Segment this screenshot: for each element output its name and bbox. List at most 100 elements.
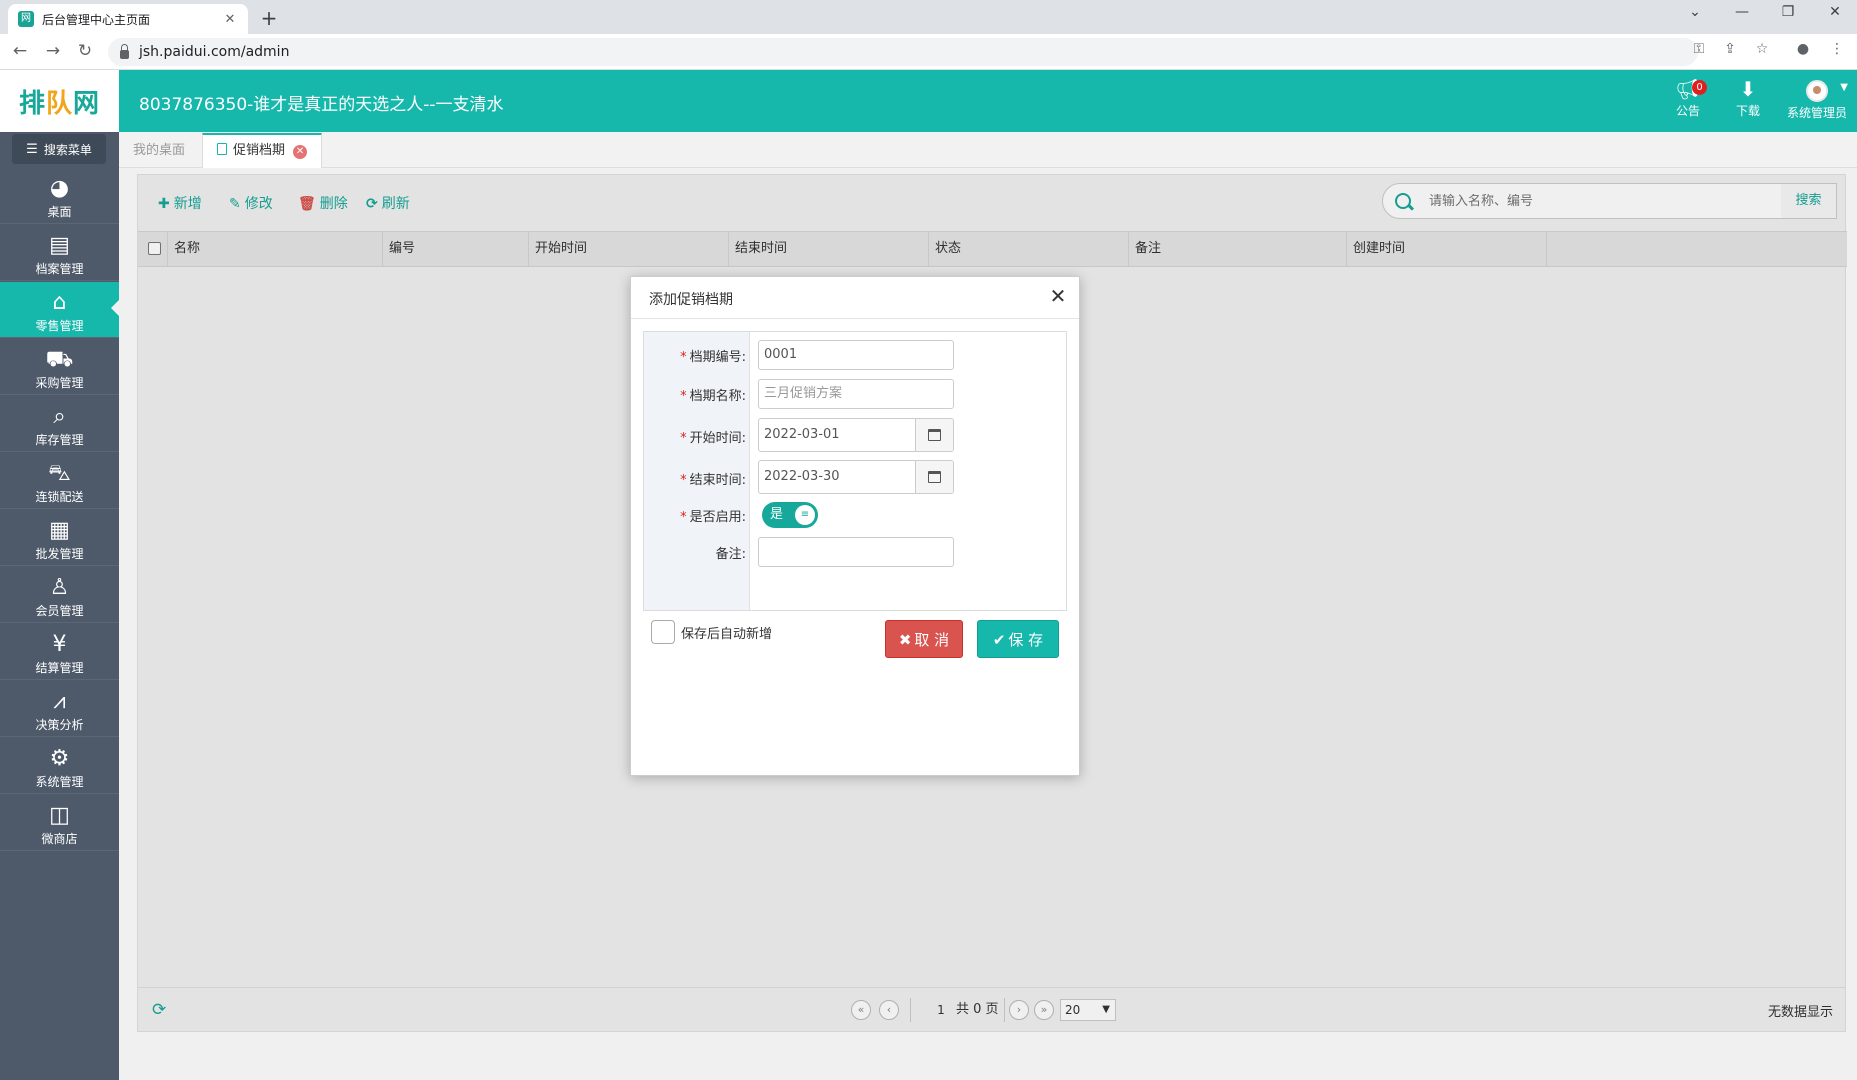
form-row-end: * 结束时间: 2022-03-30 xyxy=(644,454,1066,498)
favicon-icon: 网 xyxy=(18,11,34,27)
browser-tab[interactable]: 网 后台管理中心主页面 ✕ xyxy=(8,4,248,34)
download-icon: ⬇ xyxy=(1739,77,1757,101)
chart-icon: ⩘ xyxy=(53,689,66,714)
sidebar-item-label: 连锁配送 xyxy=(35,490,84,504)
enabled-toggle[interactable]: 是 ≡ xyxy=(762,502,818,528)
period-code-field[interactable]: 0001 xyxy=(758,340,954,370)
search-menu-label: 搜索菜单 xyxy=(43,142,92,157)
auto-add-option[interactable]: 保存后自动新增 xyxy=(651,620,772,644)
notice-button[interactable]: 📢︎ 公告 0 xyxy=(1668,78,1708,119)
app-title: 8037876350-谁才是真正的天选之人--一支清水 xyxy=(139,95,504,115)
archive-icon: ▤ xyxy=(49,233,70,258)
end-date-value: 2022-03-30 xyxy=(764,469,840,484)
x-icon: ✖ xyxy=(898,631,912,649)
code-label-text: 档期编号: xyxy=(689,350,746,365)
end-date-picker-button[interactable] xyxy=(915,461,953,493)
sidebar-item-label: 会员管理 xyxy=(35,604,84,618)
sidebar-item-label: 桌面 xyxy=(47,205,72,219)
sidebar-item-archive[interactable]: ▤ 档案管理 xyxy=(0,225,119,281)
url-field[interactable]: jsh.paidui.com/admin xyxy=(108,38,1698,66)
start-label: * 开始时间: xyxy=(680,427,746,446)
profile-icon[interactable]: ● xyxy=(1792,41,1814,57)
sidebar-item-desktop[interactable]: ◕ 桌面 xyxy=(0,168,119,224)
close-tab-icon[interactable]: ✕ xyxy=(222,12,238,27)
gear-icon: ⚙ xyxy=(49,746,70,771)
save-label: 保 存 xyxy=(1008,631,1044,649)
required-mark: * xyxy=(680,350,687,365)
sidebar-item-inventory[interactable]: ⌕ 库存管理 xyxy=(0,396,119,452)
browser-menu-icon[interactable]: ⋮ xyxy=(1826,41,1848,57)
inventory-icon: ⌕ xyxy=(53,404,66,429)
sidebar-item-label: 系统管理 xyxy=(35,775,84,789)
logo-text-left: 排 xyxy=(18,88,46,119)
start-date-value: 2022-03-01 xyxy=(764,427,840,442)
tab-search-icon[interactable]: ⌄ xyxy=(1675,4,1715,20)
sidebar-item-member[interactable]: ♙ 会员管理 xyxy=(0,567,119,623)
shop-bag-icon: ◫ xyxy=(49,803,70,828)
start-date-picker-button[interactable] xyxy=(915,419,953,451)
cancel-label: 取 消 xyxy=(914,631,950,649)
end-date-field[interactable]: 2022-03-30 xyxy=(758,460,954,494)
page-tabs: 我的桌面 促销档期 ✕ xyxy=(119,132,1857,168)
period-name-field[interactable]: 三月促销方案 xyxy=(758,379,954,409)
sidebar-item-label: 档案管理 xyxy=(35,262,84,276)
reload-icon[interactable]: ↻ xyxy=(74,41,96,61)
user-label: 系统管理员 xyxy=(1786,106,1847,120)
forward-icon[interactable]: → xyxy=(42,41,64,61)
end-label-text: 结束时间: xyxy=(689,473,746,488)
sidebar-item-label: 采购管理 xyxy=(35,376,84,390)
sidebar-item-retail[interactable]: ⌂ 零售管理 xyxy=(0,282,119,338)
star-icon[interactable]: ☆ xyxy=(1751,41,1773,57)
browser-tabstrip: 网 后台管理中心主页面 ✕ + ⌄ — ❐ ✕ xyxy=(0,0,1857,34)
back-icon[interactable]: ← xyxy=(9,41,31,61)
form-row-code: * 档期编号: 0001 xyxy=(644,334,1066,374)
logo[interactable]: 排队网 xyxy=(0,70,119,132)
tab-my-desktop[interactable]: 我的桌面 xyxy=(119,133,199,168)
menu-search-icon: ☰ xyxy=(26,141,38,157)
download-label: 下载 xyxy=(1735,104,1760,118)
auto-add-checkbox[interactable] xyxy=(651,620,675,644)
toggle-knob-icon: ≡ xyxy=(795,505,815,525)
lock-icon xyxy=(120,43,129,59)
share-icon[interactable]: ⇪ xyxy=(1719,41,1741,57)
name-label: * 档期名称: xyxy=(680,385,746,404)
sidebar: ☰ 搜索菜单 ◕ 桌面 ▤ 档案管理 ⌂ 零售管理 ⛟ 采购管理 ⌕ 库存管理 … xyxy=(0,132,119,1080)
required-mark: * xyxy=(680,389,687,404)
sidebar-item-settlement[interactable]: ¥ 结算管理 xyxy=(0,624,119,680)
close-icon[interactable]: ✕ xyxy=(1047,285,1069,307)
address-bar: ← → ↻ jsh.paidui.com/admin ⚿ ⇪ ☆ ● ⋮ xyxy=(0,34,1857,70)
save-button[interactable]: ✔ 保 存 xyxy=(977,620,1059,658)
dialog-title: 添加促销档期 xyxy=(649,292,733,308)
tab-promotion-period[interactable]: 促销档期 ✕ xyxy=(202,133,323,168)
member-icon: ♙ xyxy=(49,575,70,600)
settlement-icon: ¥ xyxy=(52,632,67,657)
user-menu[interactable]: ▼ 系统管理员 xyxy=(1784,78,1850,121)
sidebar-item-label: 微商店 xyxy=(41,832,78,846)
new-tab-icon[interactable]: + xyxy=(258,6,280,30)
wholesale-icon: ▦ xyxy=(49,518,70,543)
truck-icon: ⛍ xyxy=(48,461,71,486)
enabled-label-text: 是否启用: xyxy=(689,510,746,525)
start-label-text: 开始时间: xyxy=(689,431,746,446)
search-menu-button[interactable]: ☰ 搜索菜单 xyxy=(12,134,106,164)
sidebar-item-system[interactable]: ⚙ 系统管理 xyxy=(0,738,119,794)
sidebar-item-analysis[interactable]: ⩘ 决策分析 xyxy=(0,681,119,737)
close-tab-icon[interactable]: ✕ xyxy=(293,145,308,159)
restore-icon[interactable]: ❐ xyxy=(1768,4,1808,20)
sidebar-item-wholesale[interactable]: ▦ 批发管理 xyxy=(0,510,119,566)
form-row-start: * 开始时间: 2022-03-01 xyxy=(644,412,1066,456)
dashboard-icon: ◕ xyxy=(49,176,70,201)
end-label: * 结束时间: xyxy=(680,469,746,488)
key-icon[interactable]: ⚿ xyxy=(1688,41,1710,57)
required-mark: * xyxy=(680,510,687,525)
download-button[interactable]: ⬇ 下载 xyxy=(1728,78,1768,119)
sidebar-item-delivery[interactable]: ⛍ 连锁配送 xyxy=(0,453,119,509)
start-date-field[interactable]: 2022-03-01 xyxy=(758,418,954,452)
sidebar-item-purchase[interactable]: ⛟ 采购管理 xyxy=(0,339,119,395)
sidebar-item-microshop[interactable]: ◫ 微商店 xyxy=(0,795,119,851)
cancel-button[interactable]: ✖ 取 消 xyxy=(885,620,963,658)
minimize-icon[interactable]: — xyxy=(1722,4,1762,20)
window-close-icon[interactable]: ✕ xyxy=(1815,4,1855,20)
sidebar-item-label: 库存管理 xyxy=(35,433,84,447)
remark-field[interactable] xyxy=(758,537,954,567)
